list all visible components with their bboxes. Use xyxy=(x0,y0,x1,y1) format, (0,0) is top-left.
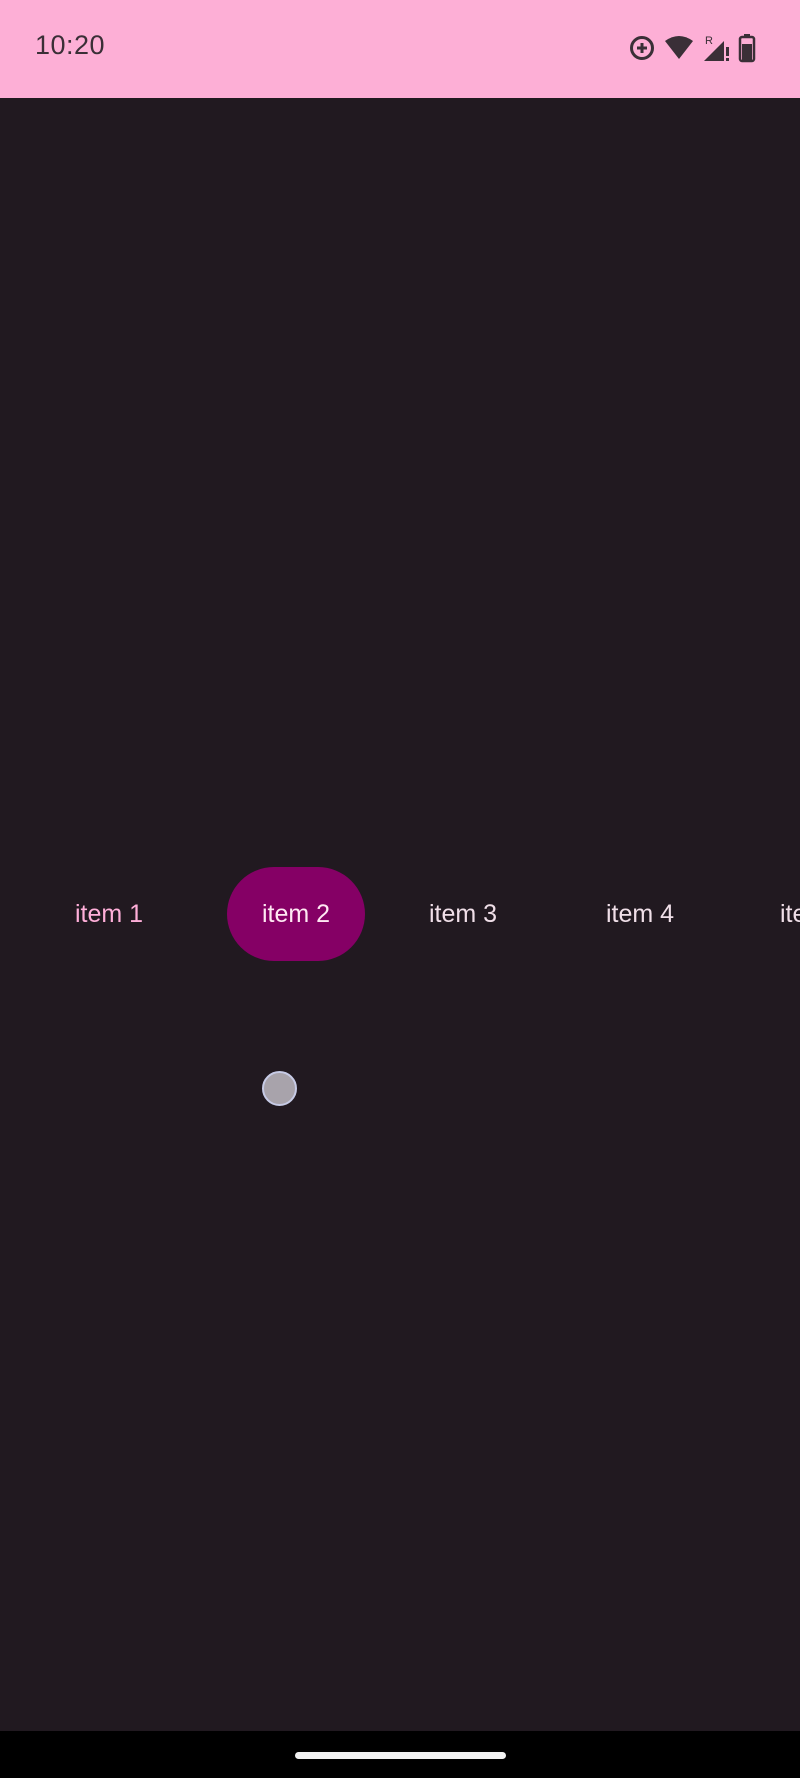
status-time: 10:20 xyxy=(35,30,106,60)
signal-roaming-icon: R xyxy=(702,33,730,63)
tab-row: item 1 item 2 item 3 item 4 ite xyxy=(0,867,800,961)
tab-item-5[interactable]: ite xyxy=(758,867,800,961)
tab-item-1[interactable]: item 1 xyxy=(50,867,168,961)
status-icons: R xyxy=(628,33,756,63)
data-saver-icon xyxy=(628,34,656,62)
roaming-label: R xyxy=(705,35,713,47)
tab-item-2-selected[interactable]: item 2 xyxy=(227,867,365,961)
status-bar: 10:20 R xyxy=(0,0,800,98)
tab-item-4[interactable]: item 4 xyxy=(581,867,699,961)
app-screen: 10:20 R item 1 item 2 item 3 item 4 ite xyxy=(0,0,800,1778)
battery-icon xyxy=(738,33,756,63)
tab-item-3[interactable]: item 3 xyxy=(404,867,522,961)
home-indicator[interactable] xyxy=(295,1752,506,1759)
touch-indicator xyxy=(262,1071,297,1106)
wifi-icon xyxy=(664,35,694,61)
